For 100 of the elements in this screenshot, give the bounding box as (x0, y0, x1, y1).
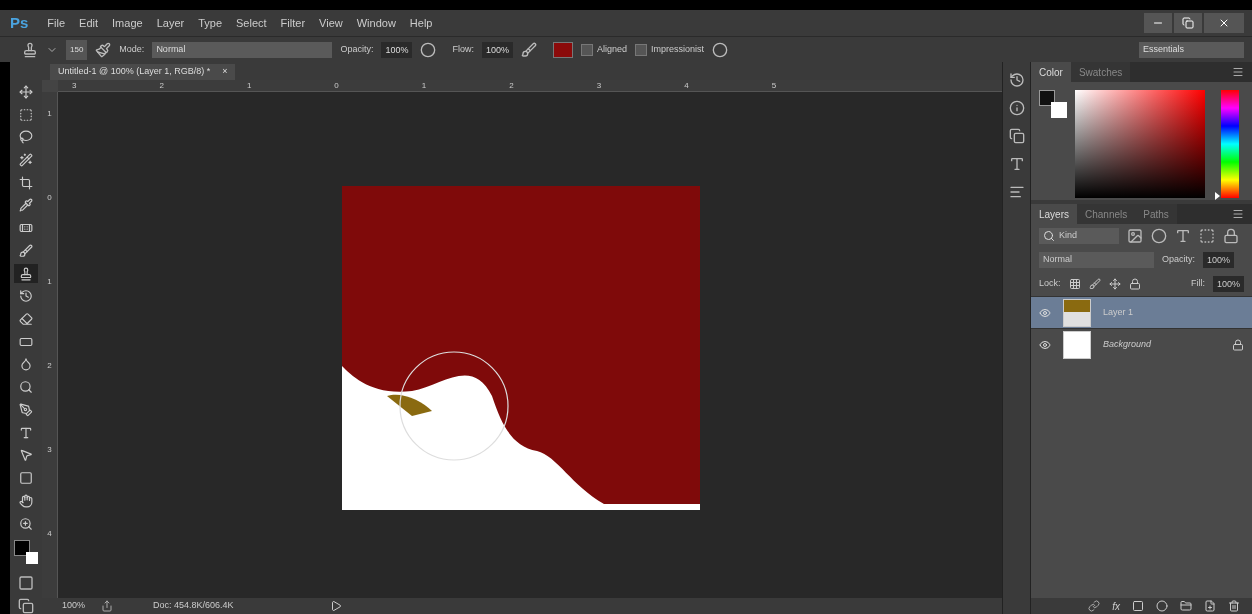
panel-tab[interactable]: Color (1031, 62, 1071, 82)
fill-label: Fill: (1190, 277, 1205, 291)
lasso-icon (19, 130, 33, 145)
hand-icon (19, 493, 33, 508)
checkbox[interactable] (635, 43, 647, 56)
pen-icon (19, 402, 33, 417)
app-logo: Ps (10, 12, 29, 33)
menu-item[interactable]: Filter (273, 14, 313, 32)
close-icon (1218, 17, 1230, 29)
menu-item[interactable]: Select (229, 14, 274, 32)
tool-button[interactable] (14, 263, 38, 284)
foreground-background-icon[interactable] (1039, 90, 1067, 118)
stamp-icon (22, 41, 38, 58)
eraser-icon (19, 312, 33, 327)
menu-item[interactable]: Type (191, 14, 230, 32)
history-icon (1008, 72, 1025, 88)
panel-tab[interactable]: Swatches (1070, 62, 1131, 82)
menu-item[interactable]: Edit (72, 14, 106, 32)
menu-item[interactable]: File (40, 14, 73, 32)
checkbox[interactable] (580, 43, 593, 56)
color-swatches-icon[interactable] (14, 540, 38, 565)
brush-panel-icon (95, 41, 112, 58)
panel-tab[interactable]: Channels (1077, 204, 1136, 224)
lock-pixels-icon (1068, 278, 1081, 290)
droplet-icon (19, 357, 33, 372)
opacity-field[interactable]: 100% (381, 41, 413, 58)
search-icon (1043, 230, 1055, 242)
zoom-level: 100% (62, 599, 86, 613)
lock-position-icon (1108, 278, 1121, 290)
filter-dropdown[interactable]: Kind (1039, 228, 1119, 244)
panel-tab[interactable]: Paths (1135, 204, 1177, 224)
blend-mode-dropdown[interactable]: Normal (1039, 252, 1154, 268)
stamp-icon (19, 266, 33, 281)
new-layer-icon (1204, 600, 1216, 612)
menu-item[interactable]: Image (105, 14, 150, 32)
flow-label: Flow: (452, 42, 474, 56)
export-icon (101, 600, 114, 612)
opacity-label: Opacity: (1162, 253, 1195, 267)
arrow-icon (19, 448, 33, 463)
lock-paint-icon (1088, 278, 1101, 290)
zoom-icon (19, 516, 33, 531)
fx-button[interactable]: fx (1112, 598, 1120, 614)
pressure-icon (712, 41, 728, 58)
brush-icon (19, 243, 33, 258)
type-icon (19, 425, 33, 440)
document-tab[interactable]: Untitled-1 @ 100% (Layer 1, RGB/8) * × (50, 64, 236, 80)
checkbox-label: Impressionist (651, 42, 704, 56)
visibility-toggle[interactable] (1039, 338, 1051, 351)
panel-menu-icon (1232, 66, 1244, 78)
crop-icon (19, 175, 33, 190)
pixel-filter-icon (1127, 228, 1143, 244)
menu-item[interactable]: Window (349, 14, 403, 32)
menu-item[interactable]: View (312, 14, 350, 32)
horizontal-ruler: 3 2 1 0 1 2 3 4 5 (58, 80, 1002, 92)
panel-menu-icon (1232, 208, 1244, 220)
vertical-ruler: 1 0 1 2 3 4 (42, 92, 58, 598)
color-field[interactable] (1075, 90, 1205, 198)
hue-slider-thumb[interactable] (1215, 191, 1220, 200)
screen-mode-icon (18, 598, 34, 614)
visibility-toggle[interactable] (1039, 306, 1051, 319)
menu-item[interactable]: Help (402, 14, 440, 32)
layer-thumbnail (1063, 330, 1091, 359)
menu-item[interactable]: Layer (149, 14, 192, 32)
quick-mask-button[interactable] (18, 575, 34, 592)
opacity-field[interactable]: 100% (1203, 252, 1235, 268)
status-menu-button[interactable] (329, 600, 342, 612)
flow-field[interactable]: 100% (481, 41, 513, 58)
lock-all-icon (1128, 278, 1141, 290)
pressure-icon (420, 41, 437, 58)
minimize-button[interactable] (1144, 13, 1172, 33)
fill-field[interactable]: 100% (1212, 276, 1244, 292)
marquee-icon (19, 107, 33, 122)
eye-icon (1039, 338, 1051, 351)
layer-name: Layer 1 (1103, 305, 1135, 319)
checkbox-label: Aligned (596, 42, 627, 56)
history-brush-icon (19, 289, 33, 304)
layer-row[interactable]: Background (1031, 328, 1252, 360)
quick-mask-icon (18, 575, 34, 592)
layer-name: Background (1103, 337, 1153, 351)
eyedropper-icon (19, 198, 33, 213)
link-icon (1088, 600, 1101, 612)
panel-tab[interactable]: Layers (1031, 204, 1077, 224)
clone-source-icon (1008, 128, 1025, 144)
lock-label: Lock: (1039, 277, 1061, 291)
adjustment-icon (1156, 600, 1168, 612)
adjustment-filter-icon (1151, 228, 1167, 244)
mask-icon (1132, 600, 1144, 612)
tab-close[interactable]: × (222, 65, 228, 79)
trash-icon (1228, 600, 1240, 612)
brush-size-picker[interactable]: 150 (66, 39, 88, 60)
play-icon (329, 600, 342, 612)
workspace-dropdown[interactable]: Essentials (1139, 41, 1244, 58)
type-filter-icon (1175, 228, 1191, 244)
folder-icon (1180, 600, 1192, 612)
restore-button[interactable] (1174, 13, 1202, 33)
screen-mode-button[interactable] (18, 598, 34, 614)
color-swatch[interactable] (552, 41, 573, 58)
mode-dropdown[interactable]: Normal (152, 41, 333, 58)
eye-icon (1039, 306, 1051, 319)
wand-icon (19, 153, 33, 167)
